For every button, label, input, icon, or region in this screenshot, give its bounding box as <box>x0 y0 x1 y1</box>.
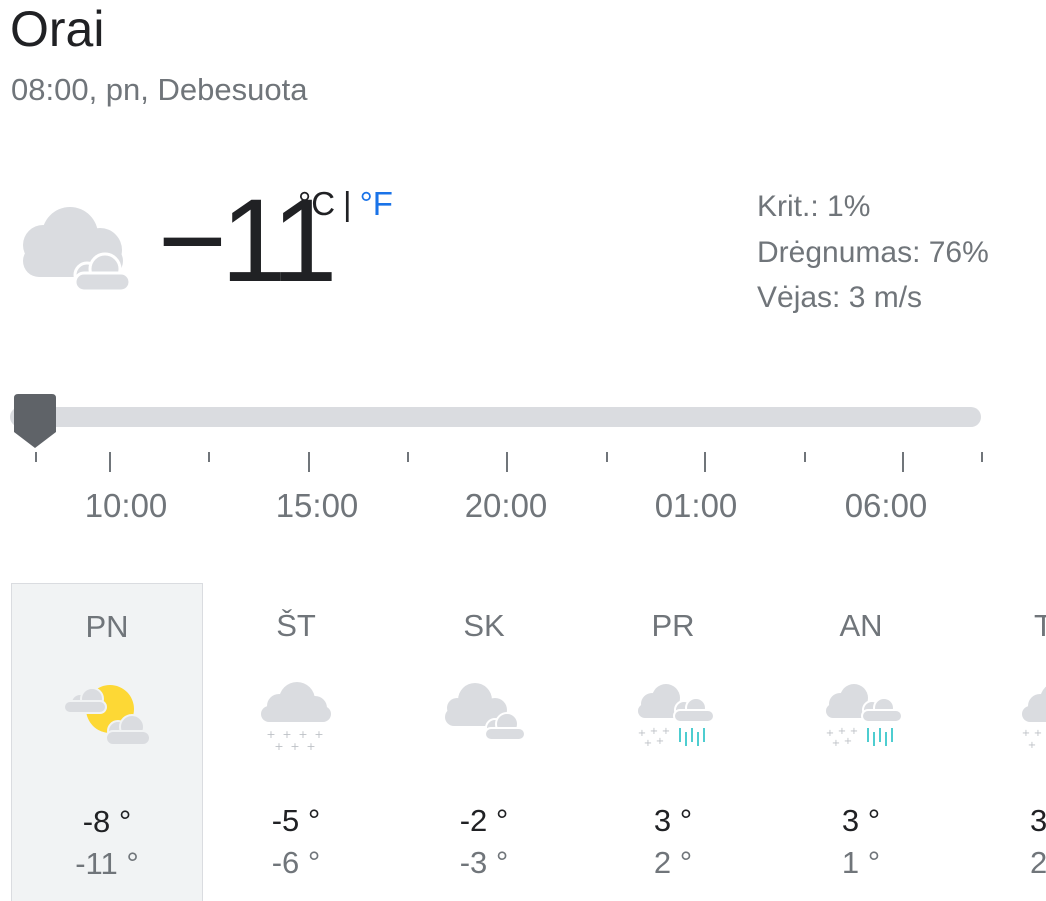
precipitation-text: Krit.: 1% <box>757 190 871 223</box>
svg-text:+: + <box>656 736 664 747</box>
day-low-temp: 2 ° <box>653 845 693 880</box>
cloudy-icon <box>23 207 132 293</box>
forecast-day-pr[interactable]: PR + + + + + 3 ° 2 ° <box>577 583 769 901</box>
day-name: AN <box>839 608 883 643</box>
tick <box>902 452 904 472</box>
day-name: PR <box>651 608 695 643</box>
time-label: 06:00 <box>844 487 928 524</box>
day-low-temp: -11 ° <box>75 846 139 881</box>
page-title: Orai <box>10 1 105 57</box>
snow-cloud-icon: + + + + + + + <box>261 682 331 753</box>
day-high-temp: -5 ° <box>271 803 321 838</box>
weather-details: Krit.: 1% Drėgnumas: 76% Vėjas: 3 m/s <box>757 184 989 321</box>
day-low-temp: -6 ° <box>271 845 321 880</box>
tick <box>208 452 210 462</box>
tick <box>804 452 806 462</box>
weather-subtitle: 08:00, pn, Debesuota <box>11 72 308 107</box>
day-name: PN <box>85 609 129 644</box>
tick <box>35 452 37 462</box>
unit-switcher: °C | °F <box>298 185 393 223</box>
svg-text:+: + <box>644 738 652 749</box>
forecast-day-t[interactable]: T + + + 3 2 <box>954 583 1046 901</box>
partly-cloudy-sun-icon <box>63 685 151 746</box>
day-high-temp: 3 <box>1030 803 1046 838</box>
snow-rain-icon: + + + + + <box>638 684 715 749</box>
tick <box>308 452 310 472</box>
forecast-day-pn[interactable]: PN -8 ° -11 ° <box>11 583 203 901</box>
day-low-temp: -3 ° <box>459 845 509 880</box>
forecast-day-an[interactable]: AN + + + + + 3 ° 1 ° <box>765 583 957 901</box>
svg-text:+: + <box>1022 728 1030 739</box>
cloudy-icon <box>445 683 526 741</box>
timeline-track[interactable] <box>10 407 981 427</box>
svg-text:+: + <box>1028 740 1036 751</box>
humidity-text: Drėgnumas: 76% <box>757 235 989 269</box>
day-high-temp: 3 ° <box>841 803 881 838</box>
time-label: 10:00 <box>84 487 168 524</box>
day-name: T <box>1034 608 1046 643</box>
svg-text:+: + <box>306 740 315 753</box>
time-label: 01:00 <box>654 487 738 524</box>
tick <box>704 452 706 472</box>
unit-separator: | <box>343 185 352 222</box>
tick <box>109 452 111 472</box>
tick <box>606 452 608 462</box>
svg-text:+: + <box>314 728 323 741</box>
tick <box>407 452 409 462</box>
svg-text:+: + <box>274 740 283 753</box>
time-label: 20:00 <box>464 487 548 524</box>
svg-text:+: + <box>290 740 299 753</box>
unit-celsius[interactable]: °C <box>298 185 335 222</box>
unit-fahrenheit[interactable]: °F <box>360 185 393 222</box>
tick <box>981 452 983 462</box>
day-name: ŠT <box>276 608 316 643</box>
day-low-temp: 2 <box>1030 845 1046 880</box>
snow-cloud-icon: + ++ <box>1022 686 1046 751</box>
forecast-day-st[interactable]: ŠT + + + + + + + -5 ° -6 ° <box>200 583 392 901</box>
day-high-temp: -2 ° <box>459 803 509 838</box>
svg-text:+: + <box>844 736 852 747</box>
tick <box>506 452 508 472</box>
svg-text:+: + <box>1034 728 1042 739</box>
day-low-temp: 1 ° <box>841 845 881 880</box>
svg-text:+: + <box>832 738 840 749</box>
timeline-slider-handle[interactable] <box>12 392 58 450</box>
wind-text: Vėjas: 3 m/s <box>757 281 923 314</box>
day-name: SK <box>463 608 505 643</box>
forecast-day-sk[interactable]: SK -2 ° -3 ° <box>388 583 580 901</box>
day-high-temp: -8 ° <box>82 804 132 839</box>
time-label: 15:00 <box>275 487 359 524</box>
day-high-temp: 3 ° <box>653 803 693 838</box>
snow-rain-icon: + + + + + <box>826 684 903 749</box>
